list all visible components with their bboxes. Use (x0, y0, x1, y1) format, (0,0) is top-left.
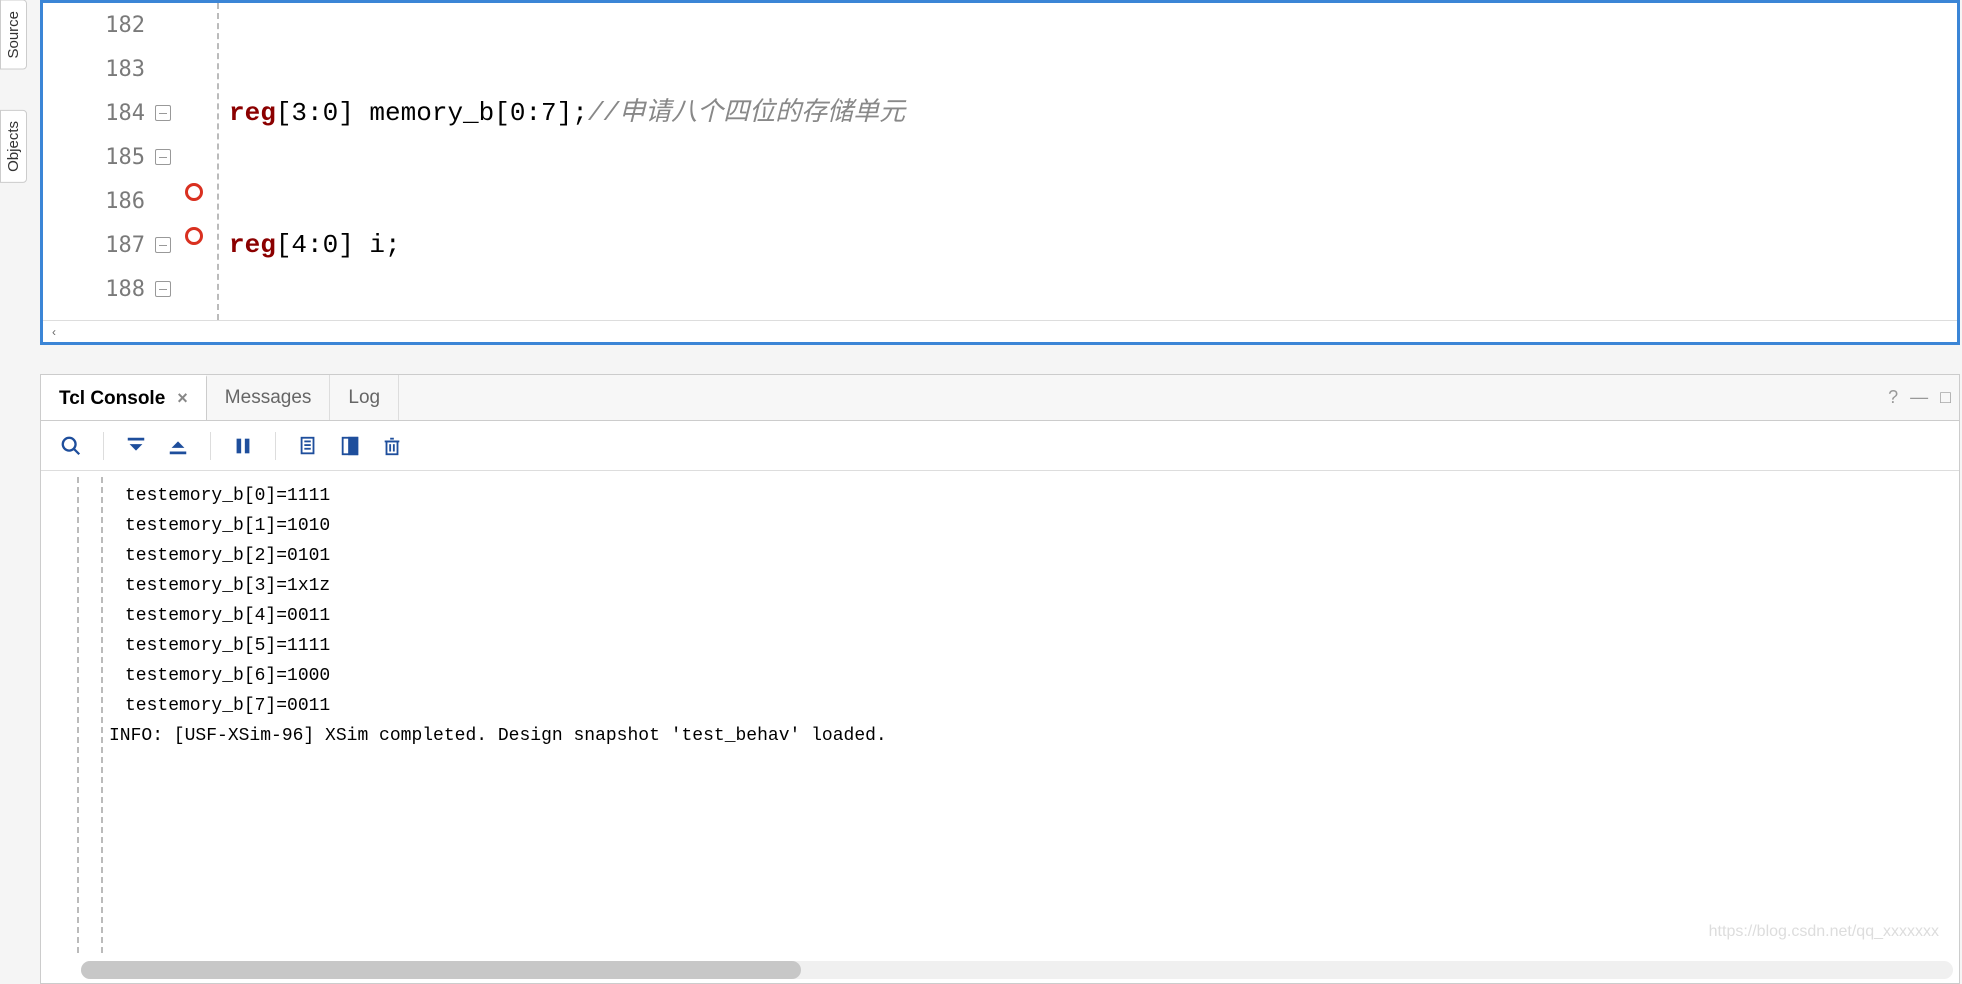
line-number: 182 (43, 3, 153, 47)
line-number: 185 (43, 135, 153, 179)
console-line: testemory_b[2]=0101 (91, 541, 1959, 571)
line-number: 186 (43, 179, 153, 223)
breakpoint-column (177, 3, 213, 320)
editor-body[interactable]: 182 183 184 185 186 187 188 (43, 3, 1957, 320)
console-toolbar (41, 421, 1959, 471)
line-number: 183 (43, 47, 153, 91)
indent-guide (213, 3, 225, 320)
copy-icon[interactable] (290, 428, 326, 464)
console-horizontal-scrollbar-thumb[interactable] (81, 961, 801, 979)
editor-horizontal-scrollbar[interactable]: ‹ (43, 320, 1957, 342)
console-line: testemory_b[0]=1111 (91, 481, 1959, 511)
console-panel: Tcl Console × Messages Log ? — □ (40, 374, 1960, 984)
console-line: INFO: [USF-XSim-96] XSim completed. Desi… (91, 721, 1959, 751)
watermark-text: https://blog.csdn.net/qq_xxxxxxx (1709, 923, 1939, 941)
line-number: 184 (43, 91, 153, 135)
expand-all-icon[interactable] (160, 428, 196, 464)
console-line: testemory_b[7]=0011 (91, 691, 1959, 721)
fold-toggle-icon[interactable] (155, 281, 171, 297)
tab-log[interactable]: Log (330, 375, 399, 420)
objects-tab[interactable]: Objects (0, 110, 27, 183)
line-gutter: 182 183 184 185 186 187 188 (43, 3, 153, 320)
code-line: reg[3:0] memory_b[0:7];//申请八个四位的存储单元 (229, 91, 1957, 135)
breakpoint-icon[interactable] (185, 227, 203, 245)
sources-tab[interactable]: Source (0, 0, 27, 70)
console-tabs: Tcl Console × Messages Log ? — □ (41, 375, 1959, 421)
console-line: testemory_b[1]=1010 (91, 511, 1959, 541)
breakpoint-icon[interactable] (185, 183, 203, 201)
search-icon[interactable] (53, 428, 89, 464)
pause-icon[interactable] (225, 428, 261, 464)
line-number: 187 (43, 223, 153, 267)
paste-icon[interactable] (332, 428, 368, 464)
fold-toggle-icon[interactable] (155, 149, 171, 165)
console-line: testemory_b[3]=1x1z (91, 571, 1959, 601)
collapse-all-icon[interactable] (118, 428, 154, 464)
trash-icon[interactable] (374, 428, 410, 464)
console-line: testemory_b[6]=1000 (91, 661, 1959, 691)
close-icon[interactable]: × (177, 388, 188, 409)
tab-tcl-console[interactable]: Tcl Console × (41, 375, 207, 420)
fold-toggle-icon[interactable] (155, 105, 171, 121)
scroll-left-arrow-icon[interactable]: ‹ (43, 325, 65, 339)
tab-messages[interactable]: Messages (207, 375, 331, 420)
left-vertical-tabs: Source Objects (0, 0, 30, 360)
line-number: 188 (43, 267, 153, 311)
code-area[interactable]: reg[3:0] memory_b[0:7];//申请八个四位的存储单元 reg… (225, 3, 1957, 320)
fold-column (153, 3, 177, 320)
console-line: testemory_b[4]=0011 (91, 601, 1959, 631)
help-icon[interactable]: ? (1888, 387, 1898, 408)
console-line: testemory_b[5]=1111 (91, 631, 1959, 661)
editor-pane: 182 183 184 185 186 187 188 (40, 0, 1960, 345)
console-output[interactable]: testemory_b[0]=1111 testemory_b[1]=1010 … (41, 471, 1959, 983)
code-line: reg[4:0] i; (229, 223, 1957, 267)
fold-toggle-icon[interactable] (155, 237, 171, 253)
maximize-icon[interactable]: □ (1940, 387, 1951, 408)
minimize-icon[interactable]: — (1910, 387, 1928, 408)
